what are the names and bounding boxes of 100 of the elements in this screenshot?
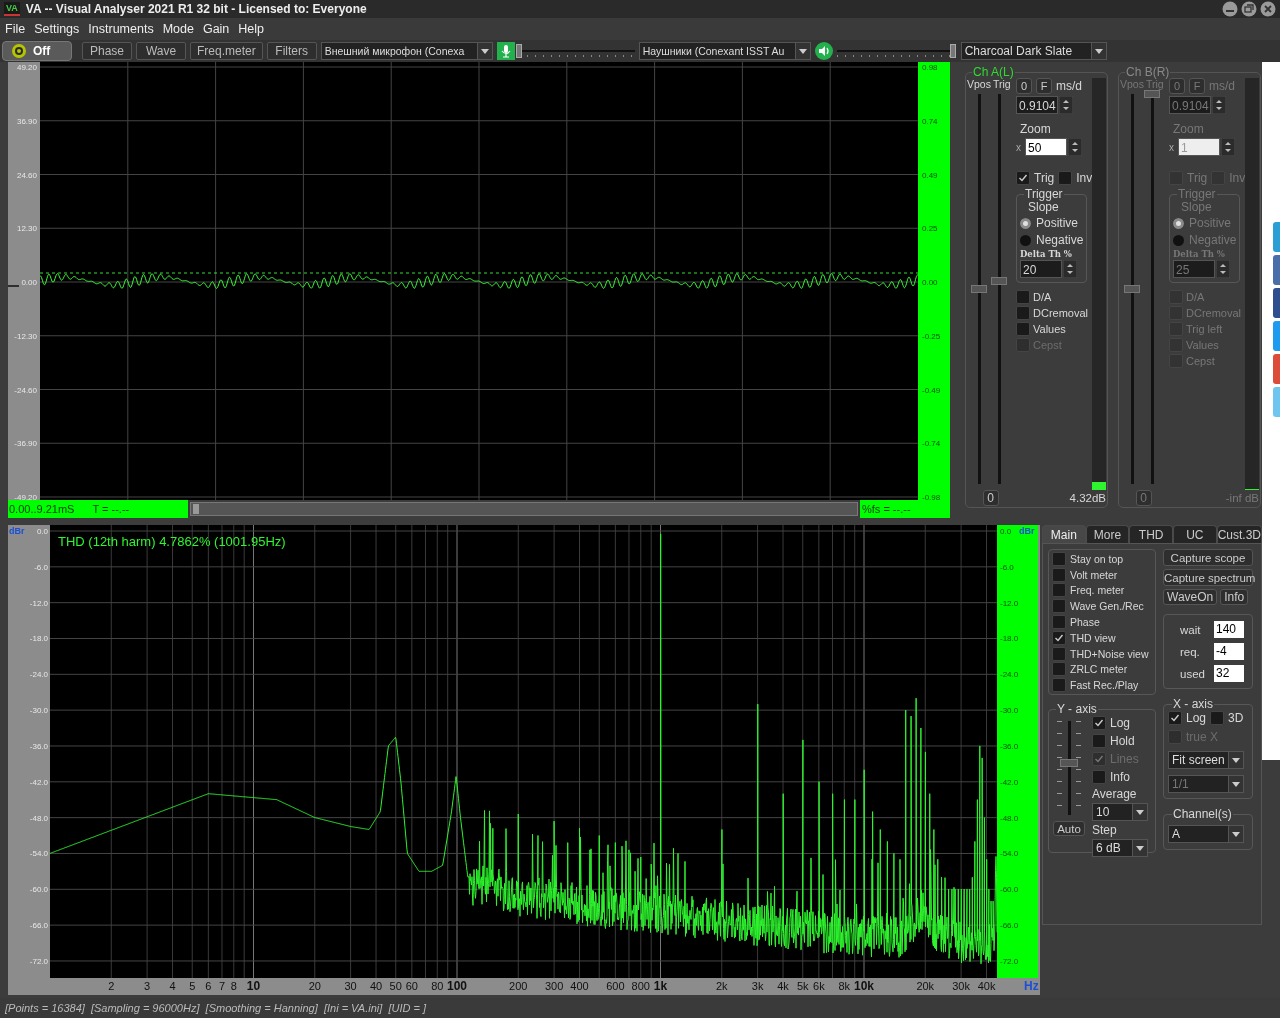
close-button[interactable] — [1260, 1, 1276, 17]
speaker-icon[interactable] — [814, 42, 833, 60]
number-field[interactable]: 25 — [1173, 260, 1215, 278]
capture-button[interactable]: Capture spectrum — [1163, 569, 1253, 586]
slider-thumb[interactable] — [1144, 90, 1160, 98]
menu-item[interactable]: Instruments — [88, 22, 154, 36]
slider-thumb[interactable] — [1124, 285, 1140, 293]
toolbar-button[interactable]: Phase — [82, 42, 132, 60]
checkbox[interactable]: Hold — [1092, 733, 1135, 749]
menu-item[interactable]: Help — [238, 22, 265, 36]
horizontal-scrollbar[interactable] — [190, 502, 858, 516]
spin-button[interactable] — [1212, 96, 1226, 114]
dropdown[interactable]: Fit screen — [1168, 751, 1244, 769]
toolbar-button[interactable]: Filters — [266, 42, 317, 60]
unit-label: ms/d — [1209, 79, 1235, 93]
axis-label: -12.0 — [1000, 598, 1019, 608]
axis-label: 8k — [838, 980, 851, 992]
tab[interactable]: More — [1085, 525, 1130, 543]
toolbar-button[interactable]: Freq.meter — [190, 42, 263, 60]
checkbox[interactable]: DCremoval — [1016, 305, 1088, 321]
axis-label: 200 — [509, 980, 528, 992]
tab[interactable]: UC — [1172, 525, 1217, 543]
radio-button[interactable]: Positive — [1020, 215, 1084, 231]
field-label: req. — [1180, 645, 1200, 658]
fine-button[interactable]: F — [1036, 78, 1052, 94]
tab[interactable]: THD — [1129, 525, 1173, 543]
info-button[interactable]: Info — [1220, 589, 1249, 605]
average-label: Average — [1092, 787, 1137, 801]
checkbox[interactable]: Wave Gen./Rec — [1052, 598, 1152, 615]
slider-thumb[interactable] — [1060, 759, 1078, 768]
slider-label: Vpos — [1120, 78, 1144, 91]
checkbox[interactable]: Log — [1092, 715, 1131, 731]
axis-label: 300 — [544, 980, 564, 992]
zero-button[interactable]: 0 — [1016, 78, 1032, 94]
checkbox[interactable]: ZRLC meter — [1052, 661, 1152, 678]
tab[interactable]: Cust.3D — [1216, 525, 1262, 543]
checkbox[interactable]: D/A — [1016, 289, 1088, 305]
checkbox[interactable]: 3D — [1210, 710, 1244, 726]
dropdown[interactable]: 10 — [1092, 803, 1148, 821]
slider-thumb[interactable] — [949, 44, 956, 58]
checkbox[interactable]: Inv — [1058, 170, 1093, 186]
checkbox[interactable]: Volt meter — [1052, 566, 1152, 583]
microphone-icon[interactable] — [496, 42, 515, 60]
number-field[interactable]: 0.9104 — [1016, 96, 1058, 114]
checkbox[interactable]: Fast Rec./Play — [1052, 677, 1152, 694]
spin-button[interactable] — [1063, 260, 1077, 278]
dropdown[interactable]: Наушники (Conexant ISST Au — [638, 42, 811, 60]
checkbox[interactable]: Trig — [1016, 170, 1055, 186]
input-field[interactable]: 140 — [1214, 621, 1244, 638]
slider-thumb[interactable] — [971, 285, 987, 293]
wave-button[interactable]: WaveOn — [1163, 589, 1218, 605]
slider-thumb[interactable] — [515, 44, 522, 58]
radio-button[interactable]: Negative — [1020, 232, 1084, 248]
input-field[interactable]: -4 — [1214, 643, 1244, 660]
spin-button[interactable] — [1059, 96, 1073, 114]
toolbar-button[interactable]: Wave — [136, 42, 186, 60]
spin-button[interactable] — [1216, 260, 1230, 278]
dropdown[interactable]: A — [1168, 825, 1244, 843]
number-field[interactable]: 20 — [1020, 260, 1062, 278]
menu-item[interactable]: Settings — [34, 22, 80, 36]
number-field[interactable]: 0.9104 — [1169, 96, 1211, 114]
number-field[interactable]: 50 — [1025, 138, 1067, 156]
input-field[interactable]: 32 — [1214, 665, 1244, 682]
checkbox[interactable]: Stay on top — [1052, 551, 1152, 567]
axis-label: 7 — [218, 980, 226, 992]
checkbox[interactable]: Values — [1016, 321, 1088, 337]
unit-label: ms/d — [1056, 79, 1082, 93]
slider-thumb[interactable] — [991, 277, 1007, 286]
tab[interactable]: Main — [1042, 525, 1086, 543]
capture-button[interactable]: Capture scope — [1163, 549, 1253, 566]
axis-label: -12.0 — [29, 598, 48, 608]
zero-marker — [8, 285, 20, 287]
checkbox[interactable]: THD view — [1052, 629, 1152, 646]
checkbox[interactable]: Info — [1092, 769, 1130, 785]
spin-button[interactable] — [1221, 138, 1235, 156]
axis-label: 12.30 — [16, 224, 37, 234]
menu-item[interactable]: Mode — [162, 22, 194, 36]
minimize-button[interactable] — [1222, 1, 1238, 17]
menu-item[interactable]: File — [5, 22, 26, 36]
threshold-label: Delta Th % — [1020, 249, 1073, 259]
reset-button[interactable]: 0 — [982, 490, 999, 506]
dropdown[interactable]: Charcoal Dark Slate — [960, 42, 1107, 60]
checkbox[interactable]: Log — [1168, 710, 1207, 726]
checkbox[interactable]: THD+Noise view — [1052, 645, 1152, 662]
dropdown[interactable]: 6 dB — [1092, 839, 1148, 857]
multiplier-label: x — [1169, 141, 1174, 153]
axis-label: -18.0 — [1000, 634, 1019, 644]
restore-button[interactable] — [1241, 1, 1257, 17]
menu-item[interactable]: Gain — [202, 22, 230, 36]
spin-button[interactable] — [1068, 138, 1082, 156]
group-title: Trigger — [1177, 188, 1217, 200]
checkbox[interactable]: Freq. meter — [1052, 582, 1152, 599]
checkbox[interactable]: Phase — [1052, 614, 1152, 630]
axis-label: 0.00 — [21, 278, 37, 287]
dropdown[interactable]: Внешний микрофон (Conexa — [320, 42, 493, 60]
power-button[interactable]: Off — [2, 41, 72, 61]
axis-label: -24.0 — [29, 670, 48, 680]
slider-label: Trig — [992, 78, 1011, 91]
auto-button[interactable]: Auto — [1053, 821, 1085, 836]
caret-icon — [1094, 48, 1103, 54]
